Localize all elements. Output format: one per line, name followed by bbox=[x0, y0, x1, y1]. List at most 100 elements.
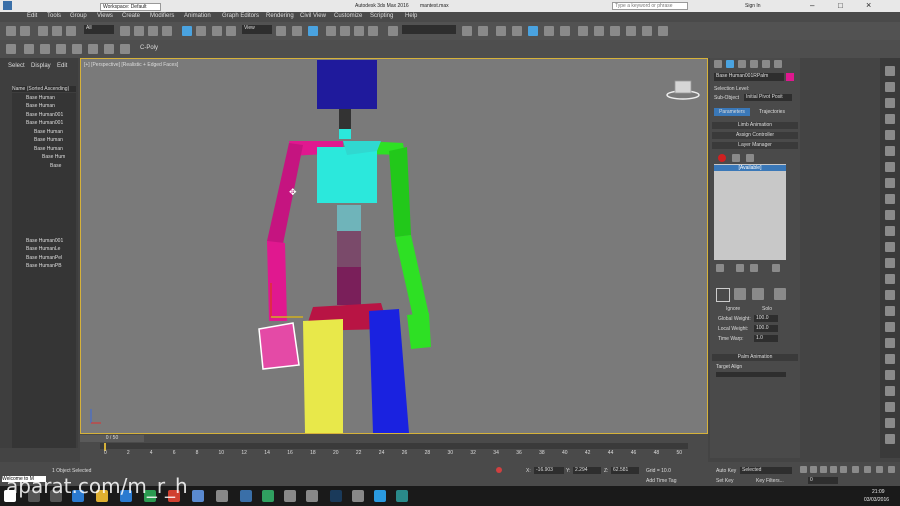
layer-explorer-icon[interactable] bbox=[496, 26, 506, 36]
window-crossing-icon[interactable] bbox=[162, 26, 172, 36]
layer-button-diamond-icon[interactable] bbox=[734, 288, 746, 300]
snaps-toggle-icon[interactable] bbox=[326, 26, 336, 36]
rollout-palm-animation[interactable]: Palm Animation bbox=[712, 354, 798, 361]
utilities-tab-icon[interactable] bbox=[774, 60, 782, 68]
tab-edit[interactable]: Edit bbox=[57, 63, 67, 69]
layer-button-arrows-icon[interactable] bbox=[774, 288, 786, 300]
tool-icon[interactable] bbox=[885, 354, 895, 364]
perspective-viewport[interactable]: [+] [Perspective] [Realistic + Edged Fac… bbox=[80, 58, 708, 434]
menu-views[interactable]: Views bbox=[97, 13, 113, 19]
tool-icon[interactable] bbox=[885, 66, 895, 76]
menu-civil-view[interactable]: Civil View bbox=[300, 13, 326, 19]
key-filters-button[interactable]: Key Filters... bbox=[756, 478, 784, 484]
select-move-icon[interactable] bbox=[182, 26, 192, 36]
app-icon[interactable] bbox=[284, 490, 296, 502]
tool-icon[interactable] bbox=[885, 210, 895, 220]
curve-editor-icon[interactable] bbox=[528, 26, 538, 36]
sign-in-button[interactable]: Sign In bbox=[745, 3, 761, 9]
z-coordinate-field[interactable]: 62.581 bbox=[611, 467, 639, 474]
menu-graph-editors[interactable]: Graph Editors bbox=[222, 13, 259, 19]
render-production-icon[interactable] bbox=[610, 26, 620, 36]
rollout-limb-animation[interactable]: Limb Animation bbox=[712, 122, 798, 129]
tool-icon[interactable] bbox=[885, 258, 895, 268]
selection-filter-dropdown[interactable]: All bbox=[84, 25, 114, 34]
link-icon[interactable] bbox=[38, 26, 48, 36]
tool-icon[interactable] bbox=[885, 290, 895, 300]
tool-icon[interactable] bbox=[885, 114, 895, 124]
hierarchy-tab-icon[interactable] bbox=[738, 60, 746, 68]
list-item[interactable]: Base Hum bbox=[42, 154, 65, 160]
isolate-selection-icon[interactable] bbox=[496, 467, 502, 473]
auto-key-button[interactable]: Auto Key bbox=[716, 468, 736, 474]
menu-customize[interactable]: Customize bbox=[334, 13, 362, 19]
next-frame-icon[interactable] bbox=[830, 466, 837, 473]
solo-checkbox[interactable]: Solo bbox=[762, 306, 772, 312]
workspace-dropdown[interactable]: Workspace: Default bbox=[100, 3, 161, 11]
menu-create[interactable]: Create bbox=[122, 13, 140, 19]
tool-icon[interactable] bbox=[885, 434, 895, 444]
a360-render-icon[interactable] bbox=[658, 26, 668, 36]
y-coordinate-field[interactable]: 2.294 bbox=[573, 467, 601, 474]
character-rig[interactable]: ✥ bbox=[81, 59, 707, 433]
rectangle-selection-icon[interactable] bbox=[148, 26, 158, 36]
menu-edit[interactable]: Edit bbox=[27, 13, 37, 19]
ribbon-tool-icon[interactable] bbox=[40, 44, 50, 54]
maximize-viewport-icon[interactable] bbox=[888, 466, 895, 473]
object-name-field[interactable]: Base Human001RPalm bbox=[714, 73, 784, 81]
set-key-button[interactable]: Set Key bbox=[716, 478, 734, 484]
app-logo-icon[interactable] bbox=[3, 1, 12, 10]
select-manipulate-icon[interactable] bbox=[292, 26, 302, 36]
list-item[interactable]: Base Human001 bbox=[26, 112, 63, 118]
render-setup-icon[interactable] bbox=[578, 26, 588, 36]
tab-parameters[interactable]: Parameters bbox=[714, 108, 750, 116]
modify-tab-icon[interactable] bbox=[726, 60, 734, 68]
time-warp-spinner[interactable]: 1.0 bbox=[754, 335, 778, 342]
menu-group[interactable]: Group bbox=[70, 13, 87, 19]
go-to-end-icon[interactable] bbox=[840, 466, 847, 473]
record-icon[interactable] bbox=[718, 154, 726, 162]
pivot-center-icon[interactable] bbox=[276, 26, 286, 36]
layer-button-square[interactable] bbox=[716, 288, 730, 302]
tool-icon[interactable] bbox=[885, 178, 895, 188]
taskbar-date[interactable]: 03/03/2016 bbox=[864, 497, 889, 503]
create-tab-icon[interactable] bbox=[714, 60, 722, 68]
material-editor-icon[interactable] bbox=[560, 26, 570, 36]
app-icon[interactable] bbox=[306, 490, 318, 502]
tool-icon[interactable] bbox=[885, 338, 895, 348]
play-icon[interactable] bbox=[820, 466, 827, 473]
pan-icon[interactable] bbox=[864, 466, 871, 473]
maximize-icon[interactable]: □ bbox=[838, 1, 843, 10]
select-place-icon[interactable] bbox=[226, 26, 236, 36]
rendered-frame-window-icon[interactable] bbox=[594, 26, 604, 36]
layer-tool-icon[interactable] bbox=[736, 264, 744, 272]
column-header[interactable]: Name (Sorted Ascending) bbox=[12, 86, 76, 92]
layer-tool-icon[interactable] bbox=[716, 264, 724, 272]
layer-list[interactable]: [Available] bbox=[714, 164, 786, 260]
app-icon[interactable] bbox=[192, 490, 204, 502]
display-tab-icon[interactable] bbox=[762, 60, 770, 68]
rollout-layer-manager[interactable]: Layer Manager bbox=[712, 142, 798, 149]
track-bar[interactable] bbox=[100, 443, 688, 449]
layer-tool-icon[interactable] bbox=[750, 264, 758, 272]
bind-space-warp-icon[interactable] bbox=[66, 26, 76, 36]
edit-named-selection-icon[interactable] bbox=[388, 26, 398, 36]
tool-icon[interactable] bbox=[885, 306, 895, 316]
list-item[interactable]: Base Human001 bbox=[26, 238, 63, 244]
redo-icon[interactable] bbox=[20, 26, 30, 36]
app-icon[interactable] bbox=[262, 490, 274, 502]
x-coordinate-field[interactable]: -16.903 bbox=[534, 467, 564, 474]
tool-icon[interactable] bbox=[885, 402, 895, 412]
app-icon[interactable] bbox=[240, 490, 252, 502]
render-activeshade-icon[interactable] bbox=[642, 26, 652, 36]
list-item[interactable]: Base Human bbox=[26, 103, 55, 109]
reference-coordinate-dropdown[interactable]: View bbox=[242, 25, 272, 34]
select-object-icon[interactable] bbox=[120, 26, 130, 36]
menu-help[interactable]: Help bbox=[405, 13, 417, 19]
key-mode-dropdown[interactable]: Selected bbox=[740, 467, 792, 474]
skype-icon[interactable] bbox=[374, 490, 386, 502]
timeline[interactable]: 0 / 50 0 2 4 6 8 10 12 14 16 18 20 22 24 26 28 30 32 34 36… bbox=[80, 434, 708, 462]
ribbon-tool-icon[interactable] bbox=[120, 44, 130, 54]
select-rotate-icon[interactable] bbox=[196, 26, 206, 36]
rollout-assign-controller[interactable]: Assign Controller bbox=[712, 132, 798, 139]
schematic-view-icon[interactable] bbox=[544, 26, 554, 36]
